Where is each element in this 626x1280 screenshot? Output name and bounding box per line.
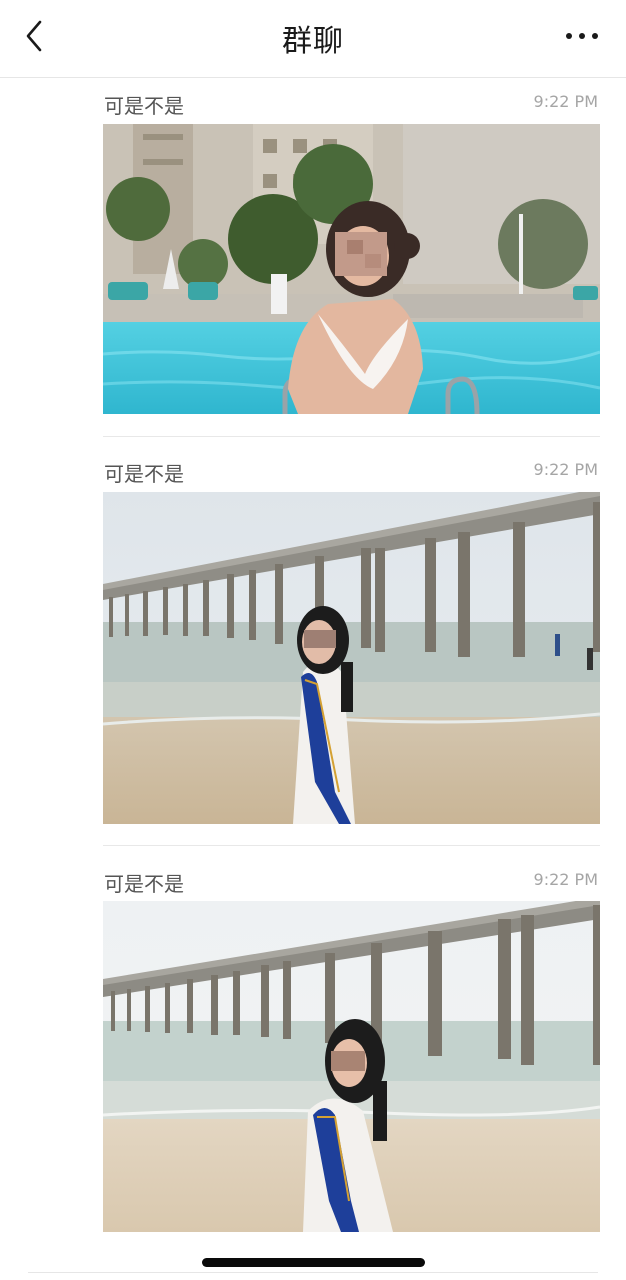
message-time: 9:22 PM [533,92,598,111]
ellipsis-icon [566,33,598,39]
sender-name: 可是不是 [104,872,184,896]
divider [103,845,600,846]
home-indicator [202,1258,425,1267]
message-photo[interactable] [103,492,600,824]
message-time: 9:22 PM [533,870,598,889]
divider [28,1272,598,1273]
nav-bar: 群聊 [0,0,626,78]
message-time: 9:22 PM [533,460,598,479]
sender-name: 可是不是 [104,94,184,118]
message-photo[interactable] [103,901,600,1232]
page-title: 群聊 [282,24,344,59]
divider [103,436,600,437]
sender-name: 可是不是 [104,462,184,486]
more-button[interactable] [564,22,600,50]
message-photo[interactable] [103,124,600,414]
